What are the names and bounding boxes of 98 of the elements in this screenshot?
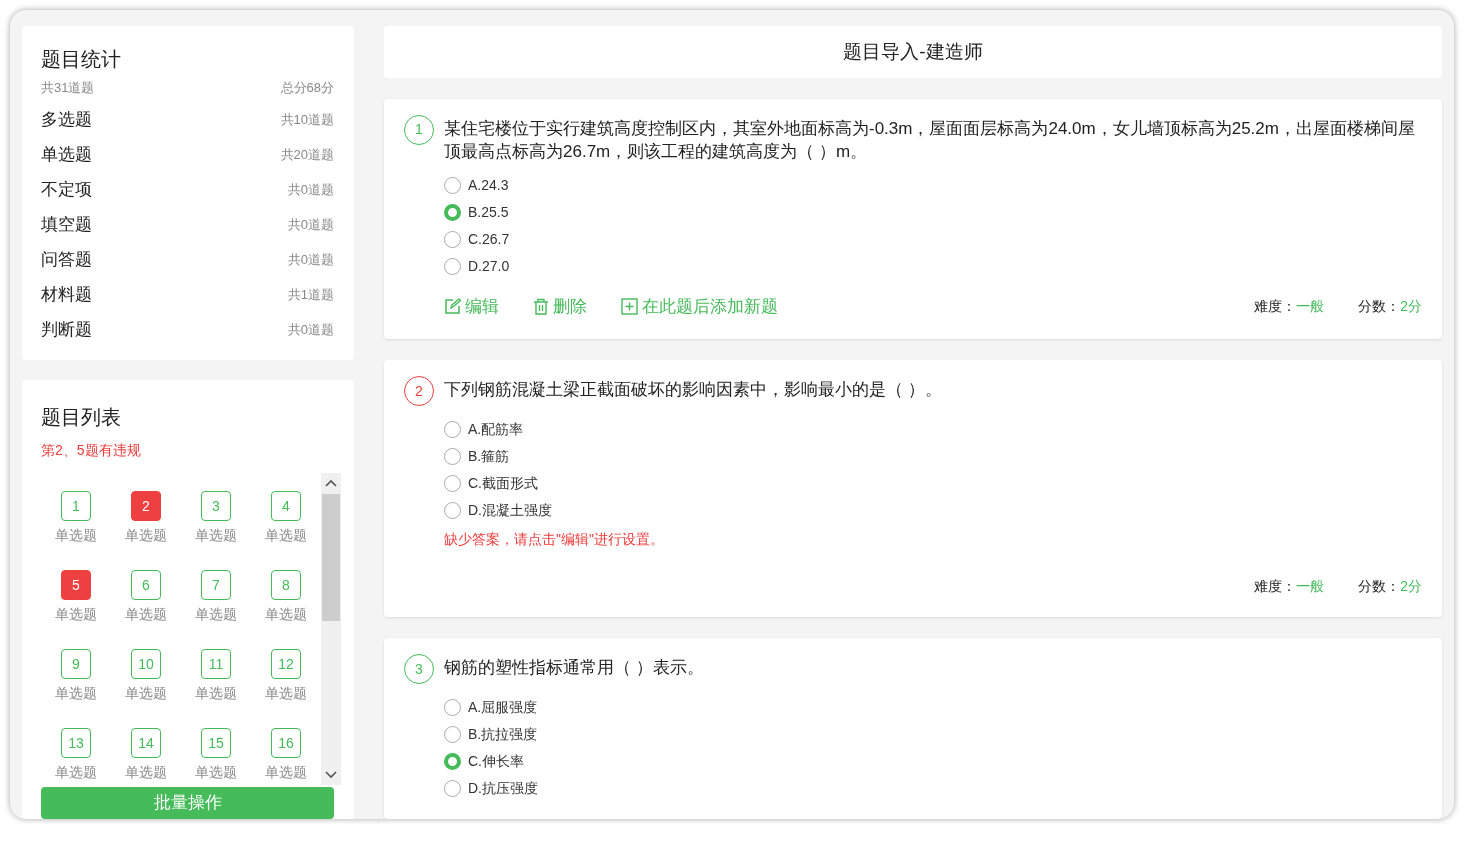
option-label: D.27.0 bbox=[468, 257, 510, 276]
panel-title: 题目列表 bbox=[41, 405, 122, 430]
radio-button[interactable] bbox=[444, 501, 461, 519]
type-name: 不定项 bbox=[41, 178, 92, 201]
radio-button[interactable] bbox=[444, 177, 461, 194]
difficulty-label: 难度： bbox=[1254, 578, 1297, 594]
type-count: 共1道题 bbox=[287, 285, 334, 304]
radio-button[interactable] bbox=[444, 447, 461, 465]
question-number-button[interactable]: 1 bbox=[61, 491, 91, 521]
question-number-button[interactable]: 12 bbox=[271, 649, 301, 679]
option-label: C.26.7 bbox=[468, 230, 510, 249]
radio-button[interactable] bbox=[444, 420, 461, 438]
radio-button[interactable] bbox=[444, 779, 461, 797]
question-text: 钢筋的塑性指标通常用（ ）表示。 bbox=[444, 657, 704, 679]
question-type-label: 单选题 bbox=[125, 763, 167, 782]
edit-icon bbox=[444, 297, 461, 315]
question-number-button[interactable]: 8 bbox=[271, 570, 301, 600]
question-type-label: 单选题 bbox=[265, 605, 307, 624]
radio-button[interactable] bbox=[444, 698, 461, 716]
scrollbar[interactable] bbox=[321, 473, 341, 785]
question-type-label: 单选题 bbox=[265, 684, 307, 703]
type-name: 单选题 bbox=[41, 143, 92, 166]
scroll-up-icon[interactable] bbox=[325, 479, 337, 487]
add-question-link[interactable]: 在此题后添加新题 bbox=[621, 293, 778, 319]
type-count: 共20道题 bbox=[280, 145, 334, 164]
option-label: D.抗压强度 bbox=[468, 778, 538, 798]
radio-button[interactable] bbox=[444, 752, 461, 770]
panel-title: 题目统计 bbox=[41, 47, 122, 72]
difficulty-label: 难度： bbox=[1254, 297, 1297, 314]
radio-button[interactable] bbox=[444, 204, 461, 221]
radio-button[interactable] bbox=[444, 231, 461, 248]
question-number-button[interactable]: 10 bbox=[131, 649, 161, 679]
edit-link[interactable]: 编辑 bbox=[444, 293, 499, 319]
radio-button[interactable] bbox=[444, 258, 461, 275]
type-count: 共0道题 bbox=[287, 250, 334, 269]
question-type-label: 单选题 bbox=[265, 763, 307, 782]
question-type-label: 单选题 bbox=[125, 605, 167, 624]
batch-operation-button[interactable]: 批量操作 bbox=[41, 787, 334, 819]
question-number-button[interactable]: 7 bbox=[201, 570, 231, 600]
question-number-button[interactable]: 11 bbox=[201, 649, 231, 679]
question-type-label: 单选题 bbox=[195, 526, 237, 545]
question-type-label: 单选题 bbox=[125, 684, 167, 703]
question-type-label: 单选题 bbox=[195, 684, 237, 703]
question-type-label: 单选题 bbox=[55, 684, 97, 703]
scroll-down-icon[interactable] bbox=[325, 771, 337, 779]
question-number-button[interactable]: 2 bbox=[131, 491, 161, 521]
total-score: 总分68分 bbox=[280, 79, 334, 98]
page-title: 题目导入-建造师 bbox=[384, 26, 1442, 78]
type-name: 判断题 bbox=[41, 318, 92, 341]
type-name: 材料题 bbox=[41, 283, 92, 306]
option-label: C.伸长率 bbox=[468, 751, 524, 771]
delete-link[interactable]: 删除 bbox=[533, 293, 587, 319]
type-count: 共0道题 bbox=[287, 180, 334, 199]
violation-notice: 第2、5题有违规 bbox=[41, 441, 142, 460]
score-label: 分数： bbox=[1358, 578, 1401, 594]
option-label: A.屈服强度 bbox=[468, 697, 538, 717]
question-type-label: 单选题 bbox=[55, 605, 97, 624]
question-text: 下列钢筋混凝土梁正截面破坏的影响因素中，影响最小的是（ ）。 bbox=[444, 379, 942, 401]
missing-answer-warning: 缺少答案，请点击"编辑"进行设置。 bbox=[444, 530, 665, 549]
option-label: B.抗拉强度 bbox=[468, 724, 538, 744]
question-type-label: 单选题 bbox=[55, 526, 97, 545]
difficulty-value: 一般 bbox=[1296, 297, 1325, 314]
score-value: 2分 bbox=[1400, 297, 1422, 314]
question-type-label: 单选题 bbox=[195, 605, 237, 624]
option-label: D.混凝土强度 bbox=[468, 500, 552, 520]
question-type-label: 单选题 bbox=[55, 763, 97, 782]
question-number-button[interactable]: 6 bbox=[131, 570, 161, 600]
type-count: 共0道题 bbox=[287, 215, 334, 234]
question-number-button[interactable]: 3 bbox=[201, 491, 231, 521]
question-type-label: 单选题 bbox=[195, 763, 237, 782]
difficulty-value: 一般 bbox=[1296, 578, 1325, 594]
score-value: 2分 bbox=[1400, 578, 1422, 594]
question-number-button[interactable]: 15 bbox=[201, 728, 231, 758]
type-name: 问答题 bbox=[41, 248, 92, 271]
question-number-button[interactable]: 14 bbox=[131, 728, 161, 758]
question-text: 某住宅楼位于实行建筑高度控制区内，其室外地面标高为-0.3m，屋面面层标高为24.0m，女儿墙顶标高为25.2m，出屋面楼梯间屋顶最高点标高为26.7m，则该工程的建筑高度为（ ）m。 bbox=[444, 117, 1416, 163]
option-label: B.25.5 bbox=[468, 203, 509, 222]
option-label: A.配筋率 bbox=[468, 419, 524, 439]
option-label: A.24.3 bbox=[468, 176, 509, 195]
question-type-label: 单选题 bbox=[265, 526, 307, 545]
add-icon bbox=[621, 297, 638, 315]
type-count: 共10道题 bbox=[280, 110, 334, 129]
score-label: 分数： bbox=[1358, 297, 1401, 314]
option-label: C.截面形式 bbox=[468, 473, 538, 493]
question-type-label: 单选题 bbox=[125, 526, 167, 545]
option-label: B.箍筋 bbox=[468, 446, 510, 466]
radio-button[interactable] bbox=[444, 474, 461, 492]
type-count: 共0道题 bbox=[287, 320, 334, 339]
question-number-button[interactable]: 16 bbox=[271, 728, 301, 758]
type-name: 多选题 bbox=[41, 108, 92, 131]
question-number-button[interactable]: 9 bbox=[61, 649, 91, 679]
radio-button[interactable] bbox=[444, 725, 461, 743]
question-number-button[interactable]: 13 bbox=[61, 728, 91, 758]
question-number-button[interactable]: 4 bbox=[271, 491, 301, 521]
total-count: 共31道题 bbox=[41, 79, 95, 98]
question-number-button[interactable]: 5 bbox=[61, 570, 91, 600]
trash-icon bbox=[533, 297, 549, 315]
type-name: 填空题 bbox=[41, 213, 92, 236]
